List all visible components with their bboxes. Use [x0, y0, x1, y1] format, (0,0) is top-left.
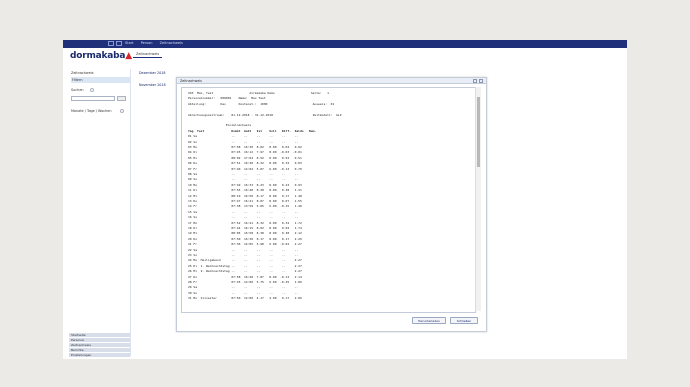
- report-line: 12 Mi 08:10 16:50 8.17 8.00 0.17 1.48: [188, 193, 302, 198]
- report-line: 15 Sa -- -- -- -- -- --: [188, 209, 299, 214]
- tab-zeitnachweis[interactable]: Zeitnachweis: [133, 51, 163, 58]
- report-line: 02 So -- -- -- -- -- --: [188, 139, 299, 144]
- tab-row: Zeitnachweis: [133, 51, 163, 58]
- report-line: 01 Sa -- -- -- -- -- --: [188, 134, 299, 139]
- report-line: Tag Text Kommt Geht Ist Soll Diff. Saldo…: [188, 128, 317, 133]
- report-line: 29 Sa -- -- -- -- -- --: [188, 285, 299, 290]
- search-input[interactable]: [71, 96, 115, 101]
- report-line: 18 Di 07:44 16:15 8.02 8.00 0.02 1.74: [188, 226, 302, 230]
- report-line: 05 Mi 08:02 17:04 8.52 8.00 0.52 0.51: [188, 155, 302, 160]
- home-icon[interactable]: [108, 41, 114, 46]
- close-icon[interactable]: [479, 79, 483, 83]
- document-scrollbar[interactable]: [475, 87, 481, 311]
- dormakaba-logo: dormakaba▲: [70, 51, 132, 61]
- top-menu: Start Person Zeitnachweis: [125, 41, 189, 45]
- report-line: Abteilung: Dev Kostenst.: 1000 Ausweis: …: [188, 101, 335, 106]
- application-window: Start Person Zeitnachweis dormakaba▲ Zei…: [63, 40, 627, 359]
- report-line: Personalnummer: 000001 Name: Max Test: [188, 96, 266, 101]
- report-line: 06 Do 07:51 16:40 8.32 8.00 0.32 0.83: [188, 161, 302, 166]
- report-line: 21 Fr 07:36 14:05 5.98 6.00 -0.02 2.27: [188, 242, 302, 247]
- dialog-title: Zeitnachweis: [177, 78, 486, 84]
- sidebar-bottom-item-einstellungen[interactable]: Einstellungen: [69, 352, 130, 357]
- top-menu-bar: Start Person Zeitnachweis: [63, 40, 627, 48]
- report-line: 14 Fr 07:38 13:59 5.85 6.00 -0.15 1.40: [188, 204, 302, 209]
- report-line: 10 Mo 07:49 16:33 8.23 8.00 0.23 0.93: [188, 182, 302, 187]
- menu-icon[interactable]: [116, 41, 122, 46]
- sidebar-item-zeitnachweis[interactable]: Zeitnachweis: [71, 71, 94, 75]
- report-line: 03 Mo 07:58 16:30 8.02 8.00 0.02 0.02: [188, 145, 302, 149]
- report-line: 04 Di 07:45 16:12 7.97 8.00 -0.03 -0.01: [188, 150, 302, 155]
- report-line: 24 Mo Heiligabend -- -- -- -- -- 2.27: [188, 258, 302, 263]
- logo-mark-icon: ▲: [125, 51, 133, 61]
- report-line: 26 Mi 2. Weihnachtstag -- -- -- -- -- 2.…: [188, 269, 302, 274]
- logo-text: dormakaba: [70, 51, 126, 61]
- info-icon[interactable]: [90, 88, 94, 92]
- report-line: 08 Sa -- -- -- -- -- --: [188, 172, 299, 176]
- report-line: 07 Fr 07:40 14:02 5.87 6.00 -0.13 0.70: [188, 166, 302, 171]
- menu-item-person[interactable]: Person: [141, 41, 153, 45]
- report-line: 16 So -- -- -- -- -- --: [188, 215, 299, 220]
- month-list: Dezember 2018 November 2018: [139, 71, 166, 95]
- report-line: 20 Do 07:50 16:30 8.17 8.00 0.17 2.29: [188, 236, 302, 241]
- maximize-icon[interactable]: [473, 79, 477, 83]
- sidebar-search-label: Suchen: [71, 88, 84, 92]
- search-button[interactable]: [117, 96, 126, 101]
- report-line: 13 Do 07:47 16:21 8.07 8.00 0.07 1.55: [188, 199, 302, 203]
- month-entry-november[interactable]: November 2018: [139, 83, 166, 87]
- report-line: 11 Di 07:55 16:48 8.38 8.00 0.38 1.31: [188, 188, 302, 193]
- report-line: XXX Max, Test dormakaba Demo Seite: 1: [188, 91, 329, 95]
- scrollbar-thumb[interactable]: [477, 97, 480, 167]
- report-line: Einzelnachweis: [188, 123, 252, 128]
- month-entry-december[interactable]: Dezember 2018: [139, 71, 166, 75]
- report-line: 31 Mo Silvester 07:50 12:00 4.17 4.00 0.…: [188, 296, 302, 301]
- menu-item-zeitnachweis[interactable]: Zeitnachweis: [160, 41, 183, 45]
- info-icon[interactable]: [120, 109, 124, 113]
- report-line: Abrechnungszeitraum: 01.12.2018 - 31.12.…: [188, 112, 342, 117]
- download-button[interactable]: Herunterladen: [412, 317, 446, 324]
- report-line: 17 Mo 07:52 16:41 8.32 8.00 0.32 1.72: [188, 220, 302, 225]
- sidebar-item-filtern[interactable]: Filtern: [71, 77, 130, 83]
- report-line: 25 Di 1. Weihnachtstag -- -- -- -- -- 2.…: [188, 263, 302, 268]
- report-line: 30 So -- -- -- -- -- --: [188, 290, 299, 295]
- report-line: 27 Do 07:58 16:20 7.87 8.00 -0.13 2.14: [188, 274, 302, 279]
- menu-item-start[interactable]: Start: [125, 41, 134, 45]
- report-line: 19 Mi 08:05 16:58 8.38 8.00 0.38 2.12: [188, 231, 302, 236]
- report-line: 22 Sa -- -- -- -- -- --: [188, 247, 299, 252]
- report-line: 28 Fr 07:45 14:00 5.75 6.00 -0.25 1.89: [188, 280, 302, 284]
- report-line: 09 So -- -- -- -- -- --: [188, 177, 299, 182]
- zeitnachweis-dialog: Zeitnachweis XXX Max, Test dormakaba Dem…: [176, 77, 487, 332]
- report-document: XXX Max, Test dormakaba Demo Seite: 1 Per…: [181, 87, 476, 313]
- close-button[interactable]: Schließen: [450, 317, 478, 324]
- sidebar-item-monate[interactable]: Monate / Tage / Wochen: [71, 109, 112, 113]
- report-line: 23 So -- -- -- -- -- --: [188, 253, 299, 257]
- sidebar: Zeitnachweis Filtern Suchen Monate / Tag…: [69, 69, 131, 356]
